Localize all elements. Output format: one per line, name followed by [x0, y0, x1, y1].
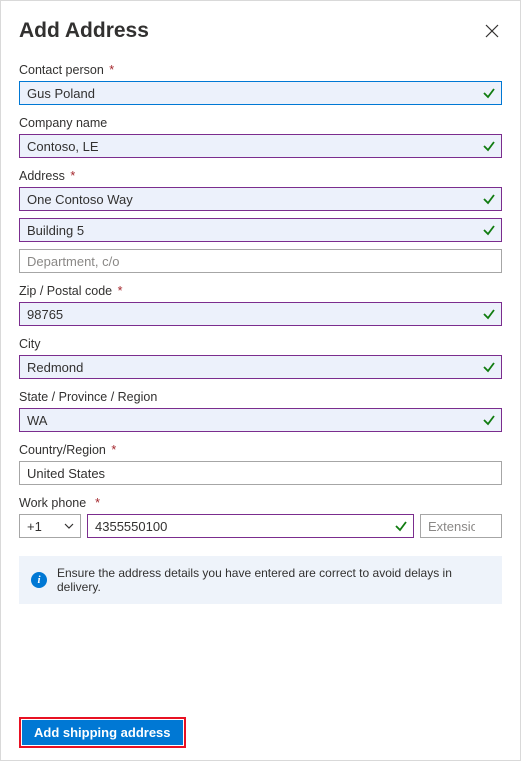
check-icon [482, 139, 496, 153]
add-shipping-address-button[interactable]: Add shipping address [22, 720, 183, 745]
phone-number-input[interactable] [87, 514, 414, 538]
check-icon [394, 519, 408, 533]
panel-footer: Add shipping address [19, 717, 186, 748]
zip-input[interactable] [19, 302, 502, 326]
country-input[interactable] [19, 461, 502, 485]
label-city: City [19, 337, 502, 351]
close-button[interactable] [482, 21, 502, 41]
check-icon [482, 86, 496, 100]
label-country: Country/Region * [19, 443, 502, 457]
field-city: City [19, 337, 502, 379]
company-input[interactable] [19, 134, 502, 158]
city-input[interactable] [19, 355, 502, 379]
address-line3-input[interactable] [19, 249, 502, 273]
label-company: Company name [19, 116, 502, 130]
check-icon [482, 413, 496, 427]
info-message: i Ensure the address details you have en… [19, 556, 502, 604]
info-text: Ensure the address details you have ente… [57, 566, 490, 594]
chevron-down-icon [64, 521, 74, 531]
check-icon [482, 360, 496, 374]
label-state: State / Province / Region [19, 390, 502, 404]
panel-title: Add Address [19, 19, 149, 43]
state-input[interactable] [19, 408, 502, 432]
label-contact-person: Contact person * [19, 63, 502, 77]
address-line1-input[interactable] [19, 187, 502, 211]
check-icon [482, 192, 496, 206]
field-state: State / Province / Region [19, 390, 502, 432]
field-contact-person: Contact person * [19, 63, 502, 105]
address-line2-input[interactable] [19, 218, 502, 242]
label-phone: Work phone * [19, 496, 502, 510]
submit-highlight: Add shipping address [19, 717, 186, 748]
add-address-panel: Add Address Contact person * Company nam… [0, 0, 521, 761]
field-address: Address * [19, 169, 502, 273]
check-icon [482, 307, 496, 321]
field-zip: Zip / Postal code * [19, 284, 502, 326]
phone-extension-input[interactable] [420, 514, 502, 538]
contact-person-input[interactable] [19, 81, 502, 105]
phone-cc-value: +1 [27, 519, 42, 534]
info-icon: i [31, 572, 47, 588]
field-phone: Work phone * +1 [19, 496, 502, 538]
field-country: Country/Region * [19, 443, 502, 485]
check-icon [482, 223, 496, 237]
label-address: Address * [19, 169, 502, 183]
field-company: Company name [19, 116, 502, 158]
phone-country-code-select[interactable]: +1 [19, 514, 81, 538]
label-zip: Zip / Postal code * [19, 284, 502, 298]
close-icon [485, 24, 499, 38]
panel-header: Add Address [19, 19, 502, 43]
